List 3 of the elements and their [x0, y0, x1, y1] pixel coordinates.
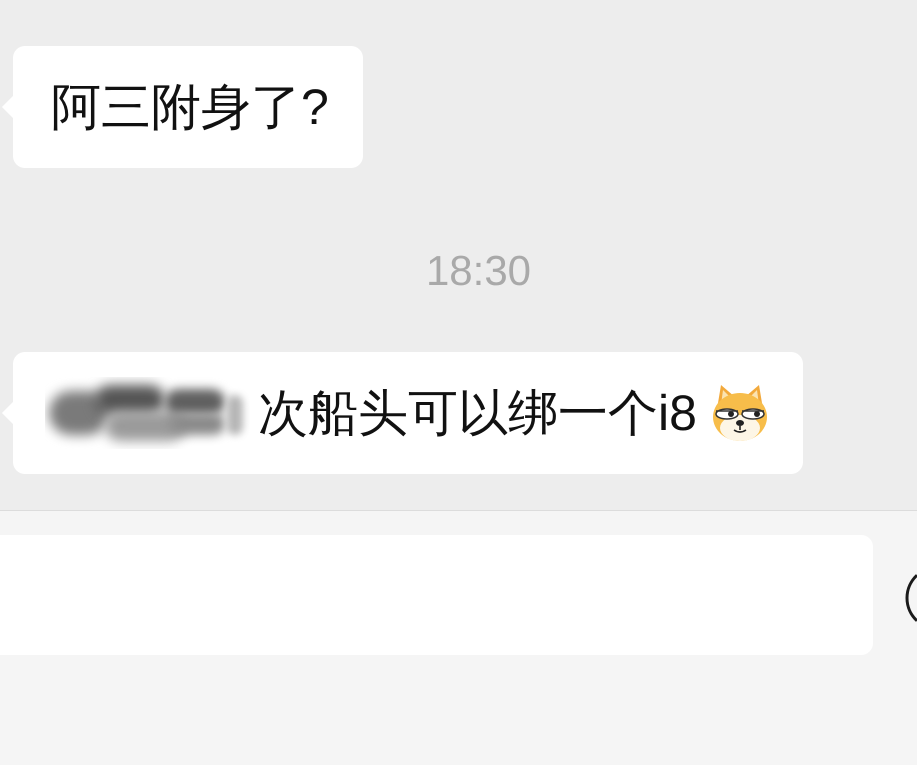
timestamp: 18:30 [426, 246, 532, 296]
message-text: 次船头可以绑一个i8 [258, 384, 697, 443]
message-text: 阿三附身了? [50, 78, 329, 137]
